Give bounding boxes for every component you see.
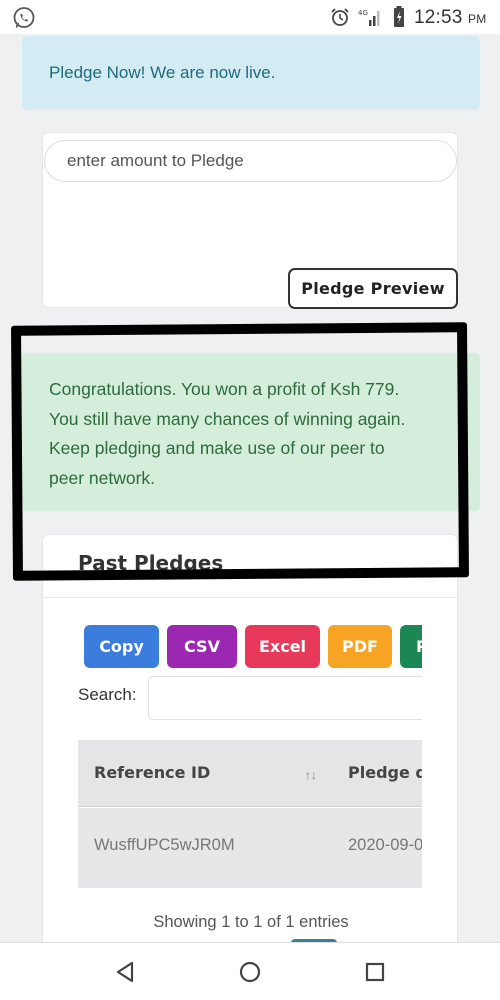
copy-button[interactable]: Copy bbox=[84, 625, 159, 668]
home-icon[interactable] bbox=[235, 957, 265, 987]
success-alert-line: Keep pledging and make use of our peer t… bbox=[49, 438, 385, 458]
column-header-pledge-date[interactable]: Pledge da bbox=[348, 763, 422, 782]
page-content: Pledge Now! We are now live. Pledge Prev… bbox=[0, 34, 500, 942]
pledge-amount-input[interactable] bbox=[44, 140, 457, 182]
clock-ampm: PM bbox=[468, 12, 487, 26]
cell-reference-id: WusffUPC5wJR0M bbox=[94, 836, 235, 854]
card-divider bbox=[43, 597, 457, 598]
excel-button[interactable]: Excel bbox=[245, 625, 320, 668]
back-icon[interactable] bbox=[110, 957, 140, 987]
past-pledges-card: Past Pledges Copy CSV Excel PDF P Search… bbox=[42, 534, 458, 942]
info-alert-text: Pledge Now! We are now live. bbox=[49, 63, 276, 82]
alarm-icon bbox=[331, 8, 349, 26]
recents-icon[interactable] bbox=[360, 957, 390, 987]
network-type-label: 4G bbox=[358, 9, 368, 17]
export-buttons: Copy CSV Excel PDF P bbox=[84, 625, 422, 668]
success-alert-line: You still have many chances of winning a… bbox=[49, 408, 406, 429]
clock: 12:53 PM bbox=[414, 7, 486, 29]
column-header-reference-id[interactable]: Reference ID bbox=[94, 763, 210, 782]
cell-pledge-date: 2020-09-0 bbox=[348, 836, 422, 854]
table-info: Showing 1 to 1 of 1 entries bbox=[153, 913, 349, 931]
table-header: Reference ID ↑↓ Pledge da bbox=[78, 740, 422, 807]
past-pledges-title: Past Pledges bbox=[78, 551, 224, 575]
whatsapp-icon bbox=[13, 7, 35, 28]
success-alert-line: Congratulations. You won a profit of Ksh… bbox=[49, 379, 400, 399]
pledges-table: Reference ID ↑↓ Pledge da WusffUPC5wJR0M… bbox=[78, 740, 422, 888]
search-input[interactable] bbox=[148, 676, 422, 720]
sort-icon[interactable]: ↑↓ bbox=[305, 768, 317, 782]
pledge-preview-button[interactable]: Pledge Preview bbox=[288, 268, 458, 309]
pledge-card: Pledge Preview bbox=[42, 132, 458, 309]
search-label: Search: bbox=[78, 685, 137, 704]
csv-button[interactable]: CSV bbox=[167, 625, 237, 668]
table-row[interactable]: WusffUPC5wJR0M 2020-09-0 bbox=[78, 808, 422, 888]
signal-icon: 4G bbox=[358, 9, 380, 26]
info-alert: Pledge Now! We are now live. bbox=[22, 36, 480, 110]
success-alert: Congratulations. You won a profit of Ksh… bbox=[22, 353, 480, 511]
pdf-button[interactable]: PDF bbox=[328, 625, 392, 668]
success-alert-line: peer network. bbox=[49, 467, 156, 488]
clock-time: 12:53 bbox=[414, 7, 463, 28]
print-button[interactable]: P bbox=[400, 625, 422, 668]
status-bar: 4G 12:53 PM bbox=[0, 0, 500, 34]
battery-icon bbox=[394, 6, 404, 27]
system-navigation-bar bbox=[0, 942, 500, 1000]
